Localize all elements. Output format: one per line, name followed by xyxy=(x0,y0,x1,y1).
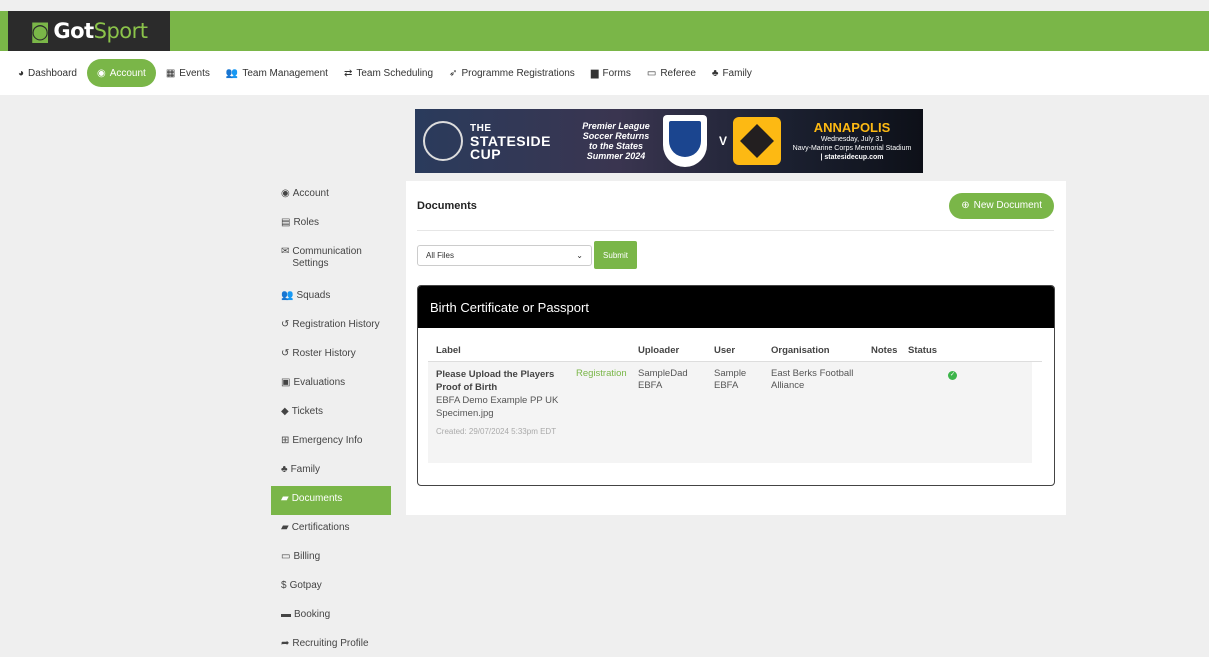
nav-team-scheduling[interactable]: ⇄ Team Scheduling xyxy=(338,59,439,87)
user-circle-icon: ◉ xyxy=(96,67,106,79)
nav-account[interactable]: ◉ Account xyxy=(86,59,156,87)
col-status: Status xyxy=(908,345,938,356)
sidebar-item-account[interactable]: ◉ Account xyxy=(271,181,391,210)
submit-button[interactable]: Submit xyxy=(594,241,637,269)
table-row[interactable]: Please Upload the Players Proof of Birth… xyxy=(428,362,1032,463)
file-filter-select[interactable]: All Files ⌄ xyxy=(417,244,592,266)
gotsport-logo-icon: ◙ xyxy=(30,19,50,43)
envelope-icon: ✉ xyxy=(281,246,290,257)
sidebar-item-recruiting-profile[interactable]: ➦ Recruiting Profile xyxy=(271,631,391,657)
logo-text-part1: Got xyxy=(53,19,94,43)
col-uploader: Uploader xyxy=(638,345,680,356)
sitemap-icon: ♣ xyxy=(711,67,719,79)
row-uploader: SampleDad EBFA xyxy=(638,368,688,391)
documents-header: Documents ⊕ New Document xyxy=(417,181,1054,231)
stateside-cup-banner[interactable]: THE STATESIDE CUP Premier League Soccer … xyxy=(415,109,923,173)
row-label-cell: Please Upload the Players Proof of Birth… xyxy=(428,368,576,457)
nav-dashboard[interactable]: ◕ Dashboard xyxy=(12,59,83,87)
documents-panel: Documents ⊕ New Document All Files ⌄ Subm… xyxy=(406,181,1066,515)
wolves-crest-icon xyxy=(733,117,782,165)
users-icon: 👥 xyxy=(281,290,294,301)
history-icon: ↺ xyxy=(281,348,290,359)
account-sidebar: ◉ Account ▤ Roles ✉ Communication Settings … xyxy=(271,181,391,657)
tachometer-icon: ◕ xyxy=(18,67,25,79)
sidebar-item-roles[interactable]: ▤ Roles xyxy=(271,210,391,239)
file-icon: ▆ xyxy=(590,67,599,79)
row-label-title: Please Upload the Players Proof of Birth xyxy=(436,369,555,393)
plus-square-icon: ⊞ xyxy=(281,435,290,446)
sidebar-item-billing[interactable]: ▭ Billing xyxy=(271,544,391,573)
sidebar-item-communication-settings[interactable]: ✉ Communication Settings xyxy=(271,239,391,283)
col-organisation: Organisation xyxy=(771,345,830,356)
sidebar-item-booking[interactable]: ▬ Booking xyxy=(271,602,391,631)
sidebar-item-roster-history[interactable]: ↺ Roster History xyxy=(271,341,391,370)
col-label: Label xyxy=(436,345,461,356)
sidebar-item-gotpay[interactable]: $ Gotpay xyxy=(271,573,391,602)
row-type: Registration xyxy=(576,368,627,379)
bed-icon: ▬ xyxy=(281,609,291,620)
sidebar-item-evaluations[interactable]: ▣ Evaluations xyxy=(271,370,391,399)
sitemap-icon: ♣ xyxy=(281,464,288,475)
banner-promo-text: Premier League Soccer Returns to the Sta… xyxy=(582,121,650,161)
id-card-icon: ▤ xyxy=(281,217,291,228)
folder-open-icon: ▰ xyxy=(281,493,289,504)
page-title: Documents xyxy=(417,199,477,212)
exchange-icon: ⇄ xyxy=(343,67,353,79)
nav-events[interactable]: ▦ Events xyxy=(160,59,216,87)
row-user: Sample EBFA xyxy=(714,368,747,391)
row-created: Created: 29/07/2024 5:33pm EDT xyxy=(436,427,557,436)
chevron-down-icon: ⌄ xyxy=(576,250,583,260)
share-icon: ➦ xyxy=(281,638,290,649)
calendar-icon: ▦ xyxy=(165,67,176,79)
plus-circle-icon: ⊕ xyxy=(961,200,970,211)
new-document-button[interactable]: ⊕ New Document xyxy=(949,192,1054,219)
history-icon: ↺ xyxy=(281,319,290,330)
top-brand-bar: ◙ Got Sport xyxy=(0,11,1209,51)
table-header: Label Uploader User Organisation Notes S… xyxy=(428,340,1042,362)
users-icon: 👥 xyxy=(225,67,239,79)
nav-family[interactable]: ♣ Family xyxy=(706,59,758,87)
document-card: Birth Certificate or Passport Label Uplo… xyxy=(417,285,1055,486)
filter-row: All Files ⌄ Submit xyxy=(417,241,637,269)
dollar-icon: $ xyxy=(281,580,287,591)
nav-referee[interactable]: ▭ Referee xyxy=(641,59,702,87)
sidebar-item-registration-history[interactable]: ↺ Registration History xyxy=(271,312,391,341)
sidebar-item-family[interactable]: ♣ Family xyxy=(271,457,391,486)
gotsport-logo[interactable]: ◙ Got Sport xyxy=(8,11,170,51)
logo-text-part2: Sport xyxy=(93,19,148,43)
row-notes xyxy=(871,368,908,457)
sidebar-item-tickets[interactable]: ◆ Tickets xyxy=(271,399,391,428)
col-notes: Notes xyxy=(871,345,898,356)
row-organisation: East Berks Football Alliance xyxy=(771,368,854,391)
sidebar-item-squads[interactable]: 👥 Squads xyxy=(271,283,391,312)
user-circle-icon: ◉ xyxy=(281,188,290,199)
credit-card-icon: ▭ xyxy=(281,551,291,562)
ticket-icon: ◆ xyxy=(281,406,289,417)
document-card-title: Birth Certificate or Passport xyxy=(418,286,1054,328)
documents-table: Label Uploader User Organisation Notes S… xyxy=(428,340,1042,463)
main-nav: ◕ Dashboard ◉ Account ▦ Events 👥 Team Manage… xyxy=(0,51,1209,95)
check-circle-icon: ✓ xyxy=(948,371,957,380)
sidebar-item-emergency-info[interactable]: ⊞ Emergency Info xyxy=(271,428,391,457)
col-user: User xyxy=(714,345,736,356)
nav-team-management[interactable]: 👥 Team Management xyxy=(220,59,334,87)
banner-vs: V xyxy=(719,134,728,148)
row-status: ✓ xyxy=(908,368,968,457)
nav-programme-registrations[interactable]: ➶ Programme Registrations xyxy=(443,59,581,87)
sidebar-item-documents[interactable]: ▰ Documents xyxy=(271,486,391,515)
paper-plane-icon: ➶ xyxy=(449,67,458,79)
folder-open-icon: ▰ xyxy=(281,522,289,533)
calendar-icon: ▭ xyxy=(646,67,657,79)
row-file-name[interactable]: EBFA Demo Example PP UK Specimen.jpg xyxy=(436,394,576,420)
banner-event-info: ANNAPOLIS Wednesday, July 31 Navy-Marine… xyxy=(792,119,912,161)
calendar-check-icon: ▣ xyxy=(281,377,291,388)
soccer-ball-icon xyxy=(423,121,463,161)
sidebar-item-certifications[interactable]: ▰ Certifications xyxy=(271,515,391,544)
nav-forms[interactable]: ▆ Forms xyxy=(585,59,637,87)
crystal-palace-crest-icon xyxy=(663,115,707,167)
